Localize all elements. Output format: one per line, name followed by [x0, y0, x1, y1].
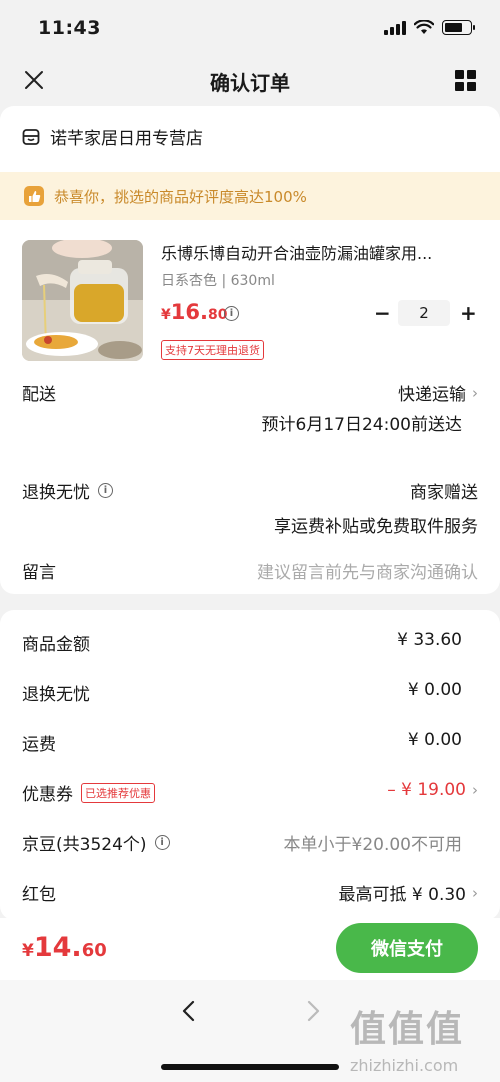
- status-time: 11:43: [38, 17, 101, 39]
- product-spec: 日系杏色 | 630ml: [161, 273, 275, 289]
- price-integer: 16.: [170, 300, 208, 324]
- product-price: ¥ 16. 80: [161, 300, 227, 324]
- quantity-stepper: − 2 +: [374, 300, 477, 326]
- message-label: 留言: [22, 558, 56, 583]
- thumbs-up-icon: [24, 186, 44, 206]
- price-info-icon[interactable]: i: [224, 306, 239, 321]
- price-symbol: ¥: [161, 307, 171, 323]
- jd-bean-value: 本单小于¥20.00不可用: [283, 835, 462, 855]
- info-icon[interactable]: i: [98, 483, 113, 498]
- message-input[interactable]: 建议留言前先与商家沟通确认: [257, 558, 478, 583]
- jd-bean-label-text: 京豆(共3524个): [22, 835, 147, 855]
- home-indicator: [161, 1064, 339, 1070]
- quantity-value[interactable]: 2: [398, 300, 450, 326]
- status-bar: 11:43: [0, 0, 500, 58]
- status-icons: [384, 20, 475, 35]
- delivery-method-text: 快递运输: [398, 385, 466, 405]
- coupon-value[interactable]: – ¥ 19.00 ›: [387, 780, 478, 800]
- red-packet-label: 红包: [22, 885, 56, 905]
- product-title[interactable]: 乐博乐博自动开合油壶防漏油罐家用...: [161, 240, 473, 264]
- total-symbol: ¥: [22, 941, 34, 961]
- order-card: 诺芊家居日用专营店 恭喜你，挑选的商品好评度高达100% 乐博乐博自动开合油壶防…: [0, 106, 500, 594]
- goods-amount-label: 商品金额: [22, 635, 90, 655]
- shipping-label: 运费: [22, 735, 56, 755]
- return-policy-badge: 支持7天无理由退货: [161, 340, 264, 360]
- praise-banner: 恭喜你，挑选的商品好评度高达100%: [0, 172, 500, 220]
- battery-icon: [442, 20, 475, 35]
- worry-free-label-text: 退换无忧: [22, 483, 90, 503]
- red-packet-value[interactable]: 最高可抵 ¥ 0.30 ›: [338, 880, 478, 906]
- product-image[interactable]: [22, 240, 143, 361]
- wechat-pay-button[interactable]: 微信支付: [336, 923, 478, 973]
- chevron-right-icon: ›: [472, 883, 478, 902]
- watermark-site: zhizhizhi.com: [350, 1056, 459, 1075]
- wifi-icon: [414, 20, 434, 34]
- browser-toolbar: 值值值 zhizhizhi.com: [0, 980, 500, 1082]
- store-name: 诺芊家居日用专营店: [50, 129, 203, 149]
- delivery-label: 配送: [22, 380, 56, 405]
- price-summary-card: 商品金额 ¥ 33.60 退换无忧 ¥ 0.00 运费 ¥ 0.00 优惠券 已…: [0, 610, 500, 920]
- total-price: ¥ 14. 60: [22, 932, 107, 963]
- shipping-value: ¥ 0.00: [407, 730, 462, 750]
- delivery-eta: 预计6月17日24:00前送达: [261, 415, 462, 435]
- worry-free-desc: 享运费补贴或免费取件服务: [274, 517, 478, 537]
- praise-text: 恭喜你，挑选的商品好评度高达100%: [54, 187, 307, 206]
- grid-menu-icon[interactable]: [455, 70, 476, 91]
- nav-bar: 确认订单: [0, 58, 500, 104]
- red-packet-text: 最高可抵 ¥ 0.30: [338, 885, 466, 905]
- back-arrow-icon[interactable]: [178, 996, 200, 1026]
- coupon-label: 优惠券 已选推荐优惠: [22, 780, 155, 805]
- worry-free-label: 退换无忧 i: [22, 478, 113, 503]
- total-integer: 14.: [33, 932, 82, 963]
- coupon-label-text: 优惠券: [22, 785, 73, 805]
- pay-bar: ¥ 14. 60 微信支付: [0, 918, 500, 980]
- watermark: 值值值 zhizhizhi.com: [350, 1000, 464, 1075]
- watermark-logo: 值值值: [350, 1009, 465, 1050]
- chevron-right-icon: ›: [472, 781, 478, 799]
- store-icon: [22, 128, 40, 145]
- total-decimal: 60: [81, 940, 107, 961]
- worry-free-fee-label: 退换无忧: [22, 685, 90, 705]
- worry-free-fee-value: ¥ 0.00: [407, 680, 462, 700]
- delivery-label-text: 配送: [22, 385, 56, 405]
- store-row[interactable]: 诺芊家居日用专营店: [22, 124, 203, 149]
- increase-button[interactable]: +: [460, 301, 477, 325]
- forward-arrow-icon[interactable]: [302, 996, 324, 1026]
- chevron-right-icon: ›: [472, 383, 478, 402]
- decrease-button[interactable]: −: [374, 301, 391, 325]
- message-label-text: 留言: [22, 563, 56, 583]
- worry-free-value[interactable]: 商家赠送: [410, 478, 478, 503]
- coupon-amount: – ¥ 19.00: [387, 780, 466, 800]
- delivery-method[interactable]: 快递运输 ›: [398, 380, 478, 406]
- page-title: 确认订单: [210, 71, 290, 95]
- coupon-badge: 已选推荐优惠: [81, 782, 155, 803]
- goods-amount-value: ¥ 33.60: [397, 630, 462, 650]
- jd-bean-label: 京豆(共3524个) i: [22, 830, 170, 855]
- info-icon[interactable]: i: [154, 835, 170, 850]
- cellular-signal-icon: [384, 20, 406, 35]
